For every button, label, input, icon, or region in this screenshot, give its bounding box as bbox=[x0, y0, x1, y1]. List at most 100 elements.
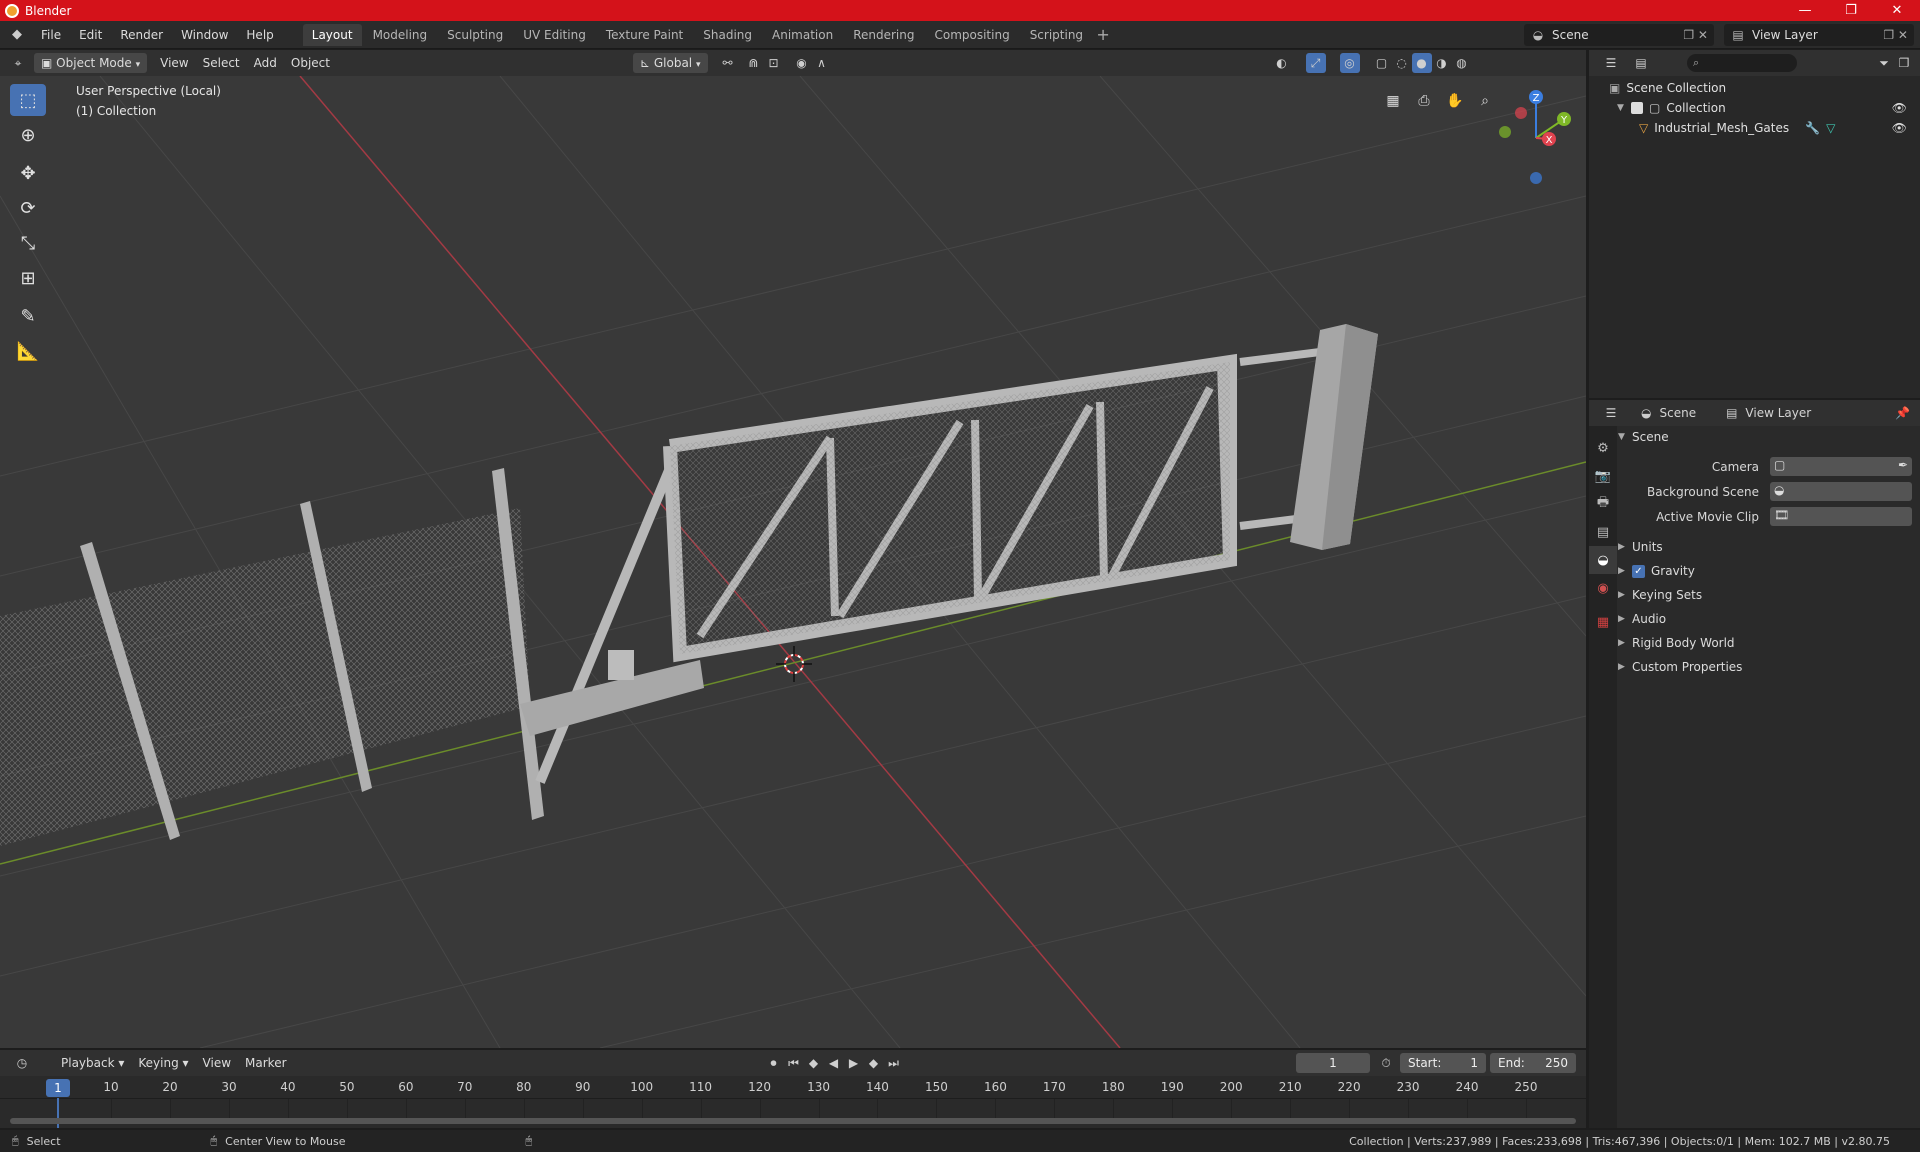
snap-target-icon[interactable]: ⊡ bbox=[764, 53, 784, 73]
render-tab-icon[interactable]: 📷 bbox=[1589, 462, 1617, 490]
transform-orientation-dropdown[interactable]: ⊾ Global ▾ bbox=[632, 53, 708, 73]
menu-keying[interactable]: Keying ▾ bbox=[131, 1053, 195, 1073]
play-reverse-icon[interactable]: ◀ bbox=[824, 1053, 844, 1073]
end-frame-field[interactable]: End: 250 bbox=[1490, 1053, 1576, 1073]
menu-render[interactable]: Render bbox=[111, 21, 172, 49]
outliner-editor-type-icon[interactable]: ☰ bbox=[1601, 53, 1621, 73]
xray-icon[interactable]: ▢ bbox=[1372, 53, 1392, 73]
tab-uv-editing[interactable]: UV Editing bbox=[514, 24, 595, 46]
tab-scripting[interactable]: Scripting bbox=[1021, 24, 1092, 46]
view-layer-selector[interactable]: ▤ View Layer ❐ ✕ bbox=[1724, 24, 1914, 46]
panel-keying-sets[interactable]: ▶ Keying Sets bbox=[1618, 584, 1904, 606]
panel-scene-header[interactable]: ▼ Scene bbox=[1618, 426, 1904, 448]
properties-editor-type-icon[interactable]: ☰ bbox=[1601, 403, 1621, 423]
tool-tab-icon[interactable]: ⚙ bbox=[1589, 434, 1617, 462]
menu-view[interactable]: View bbox=[153, 53, 195, 73]
camera-field[interactable]: ▢ ✒ bbox=[1770, 457, 1912, 476]
timeline-editor-type-icon[interactable]: ◷ bbox=[12, 1053, 32, 1073]
background-scene-field[interactable]: ◒ bbox=[1770, 482, 1912, 501]
panel-gravity[interactable]: ▶ ✓ Gravity bbox=[1618, 560, 1904, 582]
tab-rendering[interactable]: Rendering bbox=[844, 24, 923, 46]
3d-viewport[interactable]: Z Y X User Perspective (Local) (1) Colle… bbox=[0, 76, 1586, 1048]
scale-tool-icon[interactable]: ⤡ bbox=[10, 227, 46, 259]
navigation-gizmo[interactable]: Z Y X bbox=[1499, 90, 1571, 184]
mesh-data-icon[interactable]: ▽ bbox=[1826, 121, 1835, 135]
menu-add[interactable]: Add bbox=[247, 53, 284, 73]
menu-marker[interactable]: Marker bbox=[238, 1053, 293, 1073]
pin-icon[interactable]: 📌 bbox=[1895, 406, 1910, 420]
tab-animation[interactable]: Animation bbox=[763, 24, 842, 46]
shading-solid-icon[interactable]: ● bbox=[1411, 53, 1432, 73]
tab-compositing[interactable]: Compositing bbox=[925, 24, 1018, 46]
tab-texture-paint[interactable]: Texture Paint bbox=[597, 24, 692, 46]
tab-sculpting[interactable]: Sculpting bbox=[438, 24, 512, 46]
cursor-tool-icon[interactable]: ⊕ bbox=[10, 119, 46, 151]
next-keyframe-icon[interactable]: ◆ bbox=[864, 1053, 884, 1073]
editor-type-3d-icon[interactable]: ⌖ bbox=[8, 53, 28, 73]
expand-icon[interactable]: ▼ bbox=[1617, 103, 1631, 113]
outliner-scene-collection[interactable]: ▣ Scene Collection bbox=[1609, 78, 1726, 98]
timeline-editor[interactable]: 1102030405060708090100110120130140150160… bbox=[0, 1076, 1586, 1128]
minimize-button[interactable]: — bbox=[1782, 0, 1828, 21]
menu-file[interactable]: File bbox=[32, 21, 70, 49]
falloff-icon[interactable]: ∧ bbox=[812, 53, 832, 73]
select-box-tool-icon[interactable]: ⬚ bbox=[10, 84, 46, 116]
measure-tool-icon[interactable]: 📐 bbox=[10, 335, 46, 367]
add-workspace-icon[interactable]: + bbox=[1094, 25, 1112, 44]
menu-playback[interactable]: Playback ▾ bbox=[54, 1053, 131, 1073]
visibility-icon[interactable]: ◐ bbox=[1272, 53, 1292, 73]
menu-timeline-view[interactable]: View bbox=[196, 1053, 238, 1073]
record-icon[interactable]: ⏺ bbox=[764, 1053, 784, 1073]
menu-object[interactable]: Object bbox=[284, 53, 337, 73]
active-movie-clip-field[interactable]: 🎞 bbox=[1770, 507, 1912, 526]
menu-edit[interactable]: Edit bbox=[70, 21, 111, 49]
playhead-frame[interactable]: 1 bbox=[46, 1079, 70, 1097]
annotate-tool-icon[interactable]: ✎ bbox=[10, 300, 46, 332]
panel-audio[interactable]: ▶ Audio bbox=[1618, 608, 1904, 630]
display-mode-icon[interactable]: ▤ bbox=[1631, 53, 1651, 73]
menu-window[interactable]: Window bbox=[172, 21, 237, 49]
menu-help[interactable]: Help bbox=[237, 21, 282, 49]
zoom-view-icon[interactable]: ⌕ bbox=[1472, 88, 1498, 114]
camera-view-icon[interactable]: ⎙ bbox=[1411, 88, 1437, 114]
view-layer-tab-icon[interactable]: ▤ bbox=[1589, 518, 1617, 546]
eyedropper-icon[interactable]: ✒ bbox=[1898, 458, 1908, 472]
panel-custom-properties[interactable]: ▶ Custom Properties bbox=[1618, 656, 1904, 678]
gravity-checkbox[interactable]: ✓ bbox=[1632, 564, 1645, 578]
texture-tab-icon[interactable]: ▦ bbox=[1589, 608, 1617, 636]
current-frame-field[interactable]: 1 bbox=[1296, 1053, 1370, 1073]
move-tool-icon[interactable]: ✥ bbox=[10, 157, 46, 189]
gizmo-toggle-icon[interactable]: ⤢ bbox=[1305, 53, 1326, 73]
output-tab-icon[interactable]: 🖶 bbox=[1589, 490, 1617, 518]
eye-icon[interactable]: 👁 bbox=[1892, 101, 1907, 115]
rotate-tool-icon[interactable]: ⟳ bbox=[10, 192, 46, 224]
pivot-icon[interactable]: ⚯ bbox=[718, 53, 738, 73]
proportional-edit-icon[interactable]: ◉ bbox=[792, 53, 812, 73]
prev-keyframe-icon[interactable]: ◆ bbox=[804, 1053, 824, 1073]
shading-material-icon[interactable]: ◑ bbox=[1432, 53, 1452, 73]
transform-tool-icon[interactable]: ⊞ bbox=[10, 262, 46, 294]
scene-selector[interactable]: ◒ Scene ❐ ✕ bbox=[1524, 24, 1714, 46]
toggle-grid-view-icon[interactable]: ▦ bbox=[1380, 88, 1406, 114]
blender-menu-icon[interactable]: ◆ bbox=[2, 24, 32, 46]
menu-select[interactable]: Select bbox=[196, 53, 247, 73]
pan-view-icon[interactable]: ✋ bbox=[1442, 88, 1468, 114]
tab-shading[interactable]: Shading bbox=[694, 24, 761, 46]
preview-range-icon[interactable]: ⏱ bbox=[1376, 1053, 1396, 1073]
view-layer-new-icon[interactable]: ❐ ✕ bbox=[1883, 28, 1914, 42]
shading-wireframe-icon[interactable]: ◌ bbox=[1392, 53, 1412, 73]
scene-new-icon[interactable]: ❐ ✕ bbox=[1683, 28, 1714, 42]
filter-icon[interactable]: ⏷ bbox=[1874, 53, 1894, 73]
eye-icon[interactable]: 👁 bbox=[1892, 121, 1907, 135]
scene-tab-icon[interactable]: ◒ bbox=[1589, 546, 1617, 574]
close-window-button[interactable]: ✕ bbox=[1874, 0, 1920, 21]
overlay-toggle-icon[interactable]: ◎ bbox=[1339, 53, 1360, 73]
outliner-search-input[interactable]: ⌕ bbox=[1687, 54, 1797, 72]
outliner-collection[interactable]: ▼ ▢ Collection 👁 bbox=[1617, 98, 1917, 118]
shading-rendered-icon[interactable]: ◍ bbox=[1452, 53, 1472, 73]
world-tab-icon[interactable]: ◉ bbox=[1589, 574, 1617, 602]
collection-checkbox[interactable] bbox=[1631, 102, 1643, 114]
start-frame-field[interactable]: Start: 1 bbox=[1400, 1053, 1486, 1073]
panel-rigid-body-world[interactable]: ▶ Rigid Body World bbox=[1618, 632, 1904, 654]
tab-layout[interactable]: Layout bbox=[302, 23, 362, 46]
